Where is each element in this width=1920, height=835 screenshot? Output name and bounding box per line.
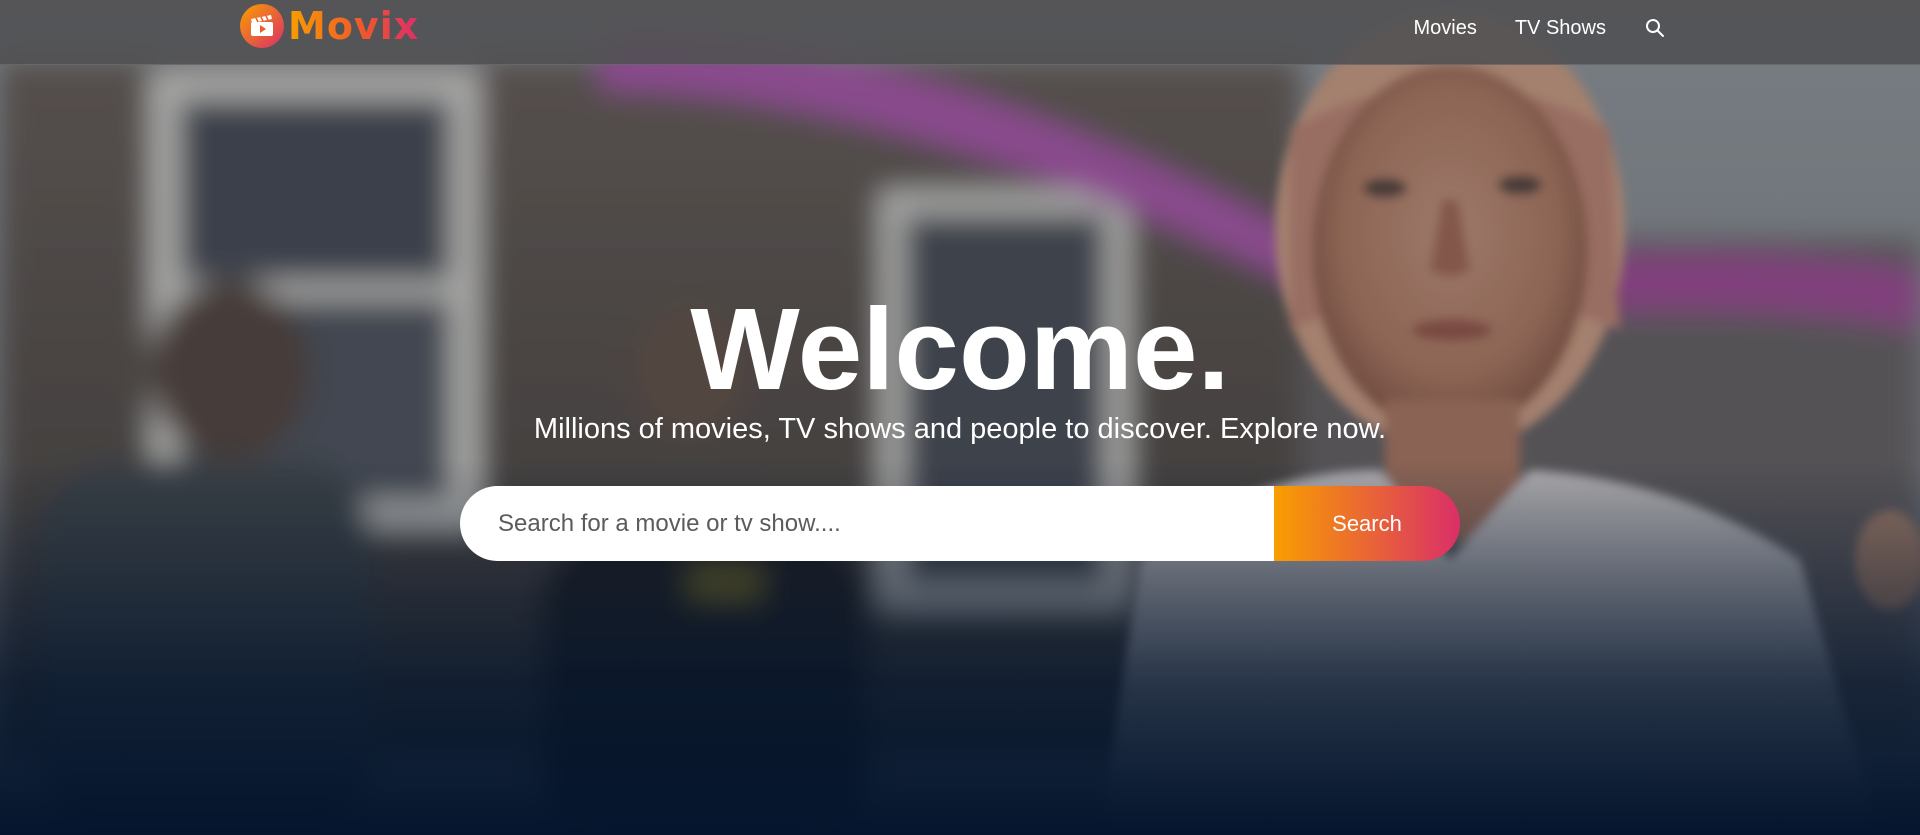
hero-title: Welcome. <box>690 284 1230 414</box>
main-nav: Movies TV Shows <box>1375 0 1666 56</box>
hero-content: Welcome. Millions of movies, TV shows an… <box>0 290 1920 446</box>
clapperboard-play-icon <box>240 4 284 48</box>
logo[interactable]: Movix <box>240 4 419 48</box>
hero-search-bar: Search <box>460 486 1460 561</box>
search-button[interactable]: Search <box>1274 486 1460 561</box>
nav-item-tv-shows[interactable]: TV Shows <box>1515 17 1606 40</box>
search-icon[interactable] <box>1644 17 1666 39</box>
search-input[interactable] <box>460 486 1274 561</box>
top-header: Movix Movies TV Shows <box>0 0 1920 65</box>
hero-subtitle: Millions of movies, TV shows and people … <box>533 413 1387 445</box>
hero-banner: Movix Movies TV Shows Welcome. Millions … <box>0 0 1920 835</box>
logo-text: Movix <box>288 4 420 48</box>
nav-item-movies[interactable]: Movies <box>1413 17 1476 40</box>
